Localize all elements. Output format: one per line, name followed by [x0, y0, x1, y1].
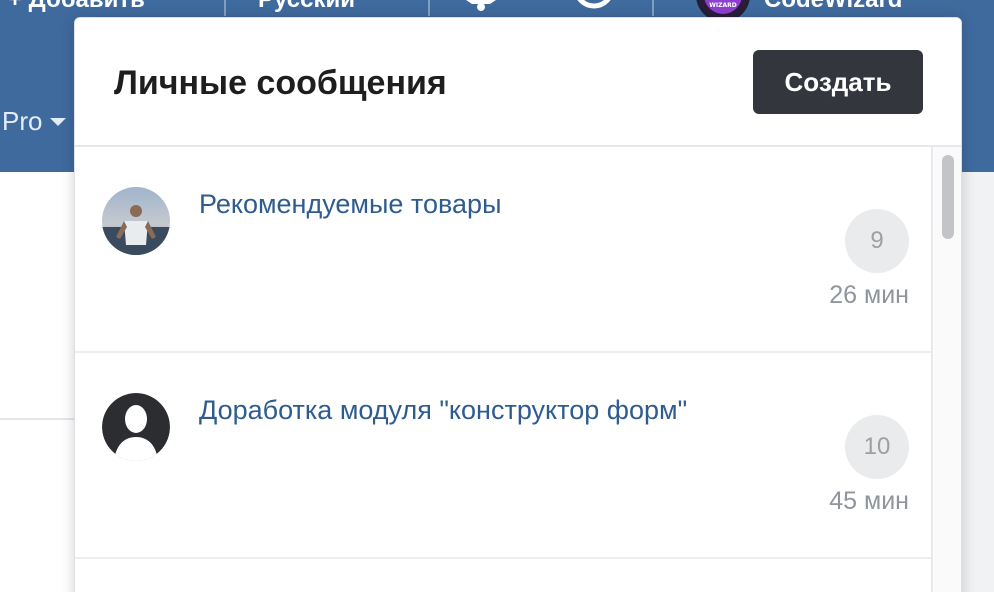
conversation-item[interactable]: Доработка модуля "конструктор форм" 10 4… [75, 353, 931, 559]
avatar-logo-text: WIZARD [709, 2, 737, 9]
user-name-link[interactable]: CodeWizard [764, 0, 902, 14]
messages-dropdown: Личные сообщения Создать Рекомендуемые т… [74, 17, 962, 592]
create-message-button[interactable]: Создать [753, 50, 923, 114]
conversation-item[interactable]: Рекомендуемые товары 9 26 мин [75, 147, 931, 353]
nav-divider [428, 0, 430, 16]
pro-menu-label: Pro [2, 106, 43, 136]
conversation-avatar [102, 187, 170, 255]
default-user-avatar-icon [102, 393, 170, 461]
messages-dropdown-header: Личные сообщения Создать [75, 18, 961, 147]
background-content-right [962, 172, 994, 592]
bell-icon[interactable] [462, 0, 500, 12]
conversation-list: Рекомендуемые товары 9 26 мин Доработка … [75, 147, 933, 592]
add-menu-link[interactable]: + Добавить [8, 0, 145, 14]
caret-down-icon [50, 117, 67, 126]
divider [0, 418, 80, 420]
nav-divider [652, 0, 654, 16]
conversation-title-link[interactable]: Доработка модуля "конструктор форм" [199, 395, 687, 426]
page: + Добавить Русский WIZARD CodeWizard Pro… [0, 0, 994, 592]
conversation-time: 45 мин [829, 487, 909, 515]
background-content [0, 172, 80, 592]
messages-title: Личные сообщения [114, 64, 447, 102]
nav-divider [224, 0, 226, 16]
user-circle-icon[interactable] [574, 0, 614, 12]
language-selector[interactable]: Русский [258, 0, 355, 14]
conversation-title-link[interactable]: Рекомендуемые товары [199, 189, 501, 220]
conversation-time: 26 мин [829, 281, 909, 309]
pro-menu[interactable]: Pro [2, 106, 67, 137]
message-count-badge: 9 [845, 209, 909, 273]
conversation-avatar [102, 393, 170, 461]
scrollbar-thumb[interactable] [942, 155, 954, 239]
photo-avatar-icon [102, 187, 170, 255]
scrollbar[interactable] [934, 147, 961, 592]
message-count-badge: 10 [845, 415, 909, 479]
